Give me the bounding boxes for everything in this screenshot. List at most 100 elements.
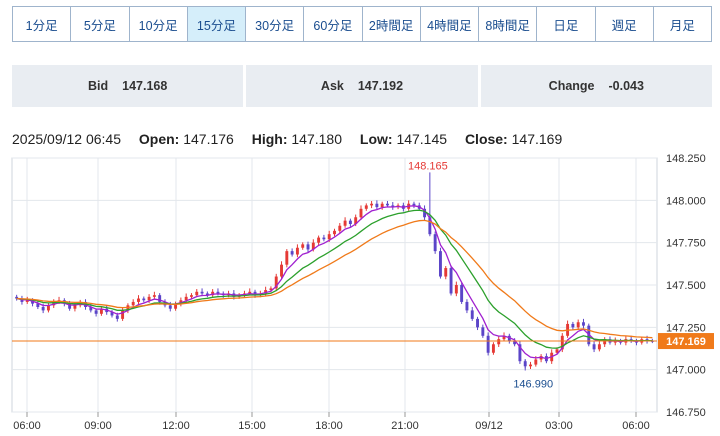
candle-body — [438, 251, 442, 277]
candle-body — [370, 203, 374, 206]
close-value: 147.169 — [511, 131, 563, 147]
tab-timeframe[interactable]: 10分足 — [129, 7, 188, 41]
candle-body — [592, 344, 596, 350]
tab-timeframe[interactable]: 4時間足 — [420, 7, 479, 41]
x-tick-label: 09/12 — [475, 420, 503, 432]
timeframe-tabs: 1分足 5分足 10分足 15分足 30分足 60分足 2時間足 4時間足 8時間足 日足 週足 月足 — [12, 6, 712, 42]
y-tick-label: 148.000 — [666, 195, 706, 207]
candle-body — [386, 203, 389, 206]
x-tick-label: 03:00 — [545, 420, 573, 432]
candle-body — [333, 230, 336, 235]
candle-body — [497, 339, 501, 345]
tab-timeframe[interactable]: 1分足 — [13, 7, 72, 41]
candle-body — [115, 315, 119, 319]
change-value: -0.043 — [608, 79, 644, 93]
x-tick-label: 06:00 — [622, 420, 650, 432]
candle-body — [375, 203, 379, 208]
candle-body — [73, 305, 77, 309]
tab-timeframe[interactable]: 月足 — [653, 7, 711, 41]
x-tick-label: 06:00 — [13, 420, 41, 432]
high-value: 147.180 — [291, 131, 342, 147]
ohlc-readout: 2025/09/12 06:45 Open: 147.176 High: 147… — [12, 131, 562, 147]
y-tick-label: 147.000 — [666, 365, 706, 377]
x-tick-label: 18:00 — [315, 420, 343, 432]
candle-body — [301, 244, 305, 248]
candle-body — [200, 291, 204, 294]
candle-body — [131, 301, 135, 306]
tab-timeframe[interactable]: 60分足 — [304, 7, 363, 41]
candle-body — [322, 237, 326, 240]
candle-body — [476, 318, 479, 328]
open-value: 147.176 — [183, 131, 234, 147]
tab-timeframe[interactable]: 8時間足 — [479, 7, 538, 41]
low-value: 147.145 — [396, 131, 448, 147]
tab-timeframe[interactable]: 30分足 — [246, 7, 305, 41]
candle-body — [454, 285, 458, 294]
candle-body — [364, 205, 368, 209]
candle-body — [280, 264, 283, 277]
candle-body — [470, 310, 474, 319]
tab-timeframe[interactable]: 2時間足 — [362, 7, 421, 41]
candle-body — [465, 301, 469, 311]
candle-body — [121, 310, 125, 319]
candle-body — [285, 251, 289, 265]
low-label: Low: — [359, 131, 393, 147]
high-label: High: — [251, 131, 288, 147]
y-tick-label: 148.250 — [666, 153, 706, 165]
candle-body — [94, 310, 98, 314]
candle-body — [481, 327, 485, 336]
candle-body — [529, 364, 532, 367]
candle-body — [534, 359, 538, 365]
candle-body — [449, 268, 453, 294]
ohlc-datetime: 2025/09/12 06:45 — [12, 131, 121, 147]
candle-body — [380, 203, 384, 208]
x-tick-label: 12:00 — [162, 420, 190, 432]
candle-body — [137, 298, 140, 302]
tab-timeframe[interactable]: 週足 — [595, 7, 654, 41]
candle-body — [444, 268, 448, 277]
candle-body — [343, 220, 347, 226]
candle-body — [571, 323, 575, 328]
change-box: Change -0.043 — [480, 65, 712, 107]
high-annotation: 148.165 — [408, 160, 448, 172]
candle-body — [306, 244, 310, 250]
open-label: Open: — [138, 131, 180, 147]
bid-value: 147.168 — [122, 79, 168, 93]
candle-body — [216, 291, 220, 294]
candle-body — [327, 234, 331, 240]
candle-body — [168, 305, 172, 309]
candle-body — [295, 247, 299, 255]
candle-body — [190, 295, 193, 297]
candle-body — [142, 298, 146, 301]
candle-body — [486, 335, 490, 353]
current-price-label: 147.169 — [666, 336, 706, 348]
y-tick-label: 147.750 — [666, 238, 706, 250]
bid-box: Bid 147.168 — [12, 65, 244, 107]
tab-timeframe[interactable]: 15分足 — [187, 7, 246, 41]
y-tick-label: 147.500 — [666, 280, 706, 292]
candle-body — [184, 296, 188, 301]
change-label: Change — [548, 79, 595, 93]
candle-body — [582, 322, 585, 326]
x-tick-label: 15:00 — [238, 420, 266, 432]
candle-body — [152, 295, 156, 297]
close-label: Close: — [464, 131, 508, 147]
x-tick-label: 21:00 — [391, 420, 419, 432]
candle-body — [433, 234, 437, 252]
tab-timeframe[interactable]: 5分足 — [71, 7, 130, 41]
low-annotation: 146.990 — [513, 378, 553, 390]
x-tick-label: 09:00 — [84, 420, 112, 432]
price-chart[interactable]: 148.250 148.000 147.750 147.500 147.250 147.0… — [0, 150, 720, 436]
candle-body — [317, 237, 321, 243]
candle-body — [41, 307, 45, 311]
candle-body — [338, 225, 342, 231]
ask-value: 147.192 — [357, 79, 404, 93]
y-tick-label: 147.250 — [666, 322, 706, 334]
candle-body — [195, 291, 199, 296]
tab-timeframe[interactable]: 日足 — [537, 7, 596, 41]
candle-body — [359, 208, 363, 218]
ask-box: Ask 147.192 — [246, 65, 478, 107]
candle-body — [460, 285, 464, 302]
candle-body — [290, 251, 294, 255]
quote-panel: Bid 147.168 Ask 147.192 Change -0.043 — [12, 65, 712, 107]
